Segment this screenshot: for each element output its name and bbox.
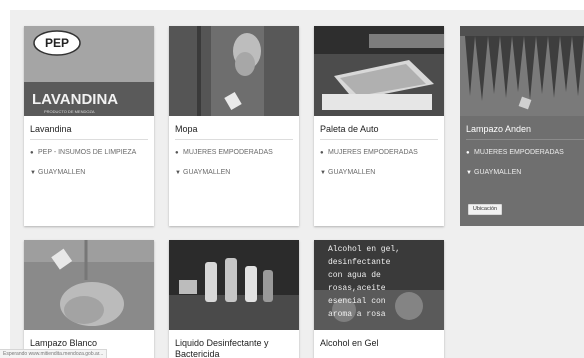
product-image: PEP LAVANDINA PRODUCTO DE MENDOZA bbox=[24, 26, 154, 116]
product-image: Alcohol en gel, desinfectante con agua d… bbox=[314, 240, 444, 330]
location-line: ▼ GUAYMALLEN bbox=[466, 168, 584, 178]
ad-text-line: aroma a rosa bbox=[328, 310, 386, 319]
product-title[interactable]: Lampazo Anden bbox=[466, 124, 584, 135]
product-card[interactable]: Lampazo Blanco bbox=[24, 240, 154, 358]
product-card[interactable]: Paleta de Auto ● MUJERES EMPODERADAS ▼ GUA… bbox=[314, 26, 444, 226]
divider bbox=[320, 139, 438, 140]
ad-text-line: esencial con bbox=[328, 297, 386, 306]
location-pin-icon: ▼ bbox=[175, 170, 181, 176]
location-pin-icon: ▼ bbox=[466, 170, 472, 176]
product-card[interactable]: Mopa ● MUJERES EMPODERADAS ▼ GUAYMALLEN bbox=[169, 26, 299, 226]
user-icon: ● bbox=[175, 150, 179, 156]
product-image bbox=[460, 26, 584, 116]
location-name: GUAYMALLEN bbox=[183, 169, 231, 176]
browser-status-bar: Esperando www.mitiendita.mendoza.gob.ar.… bbox=[0, 349, 108, 358]
label-small-text: PRODUCTO DE MENDOZA bbox=[44, 109, 95, 114]
product-title[interactable]: Lavandina bbox=[30, 124, 148, 135]
product-card[interactable]: PEP LAVANDINA PRODUCTO DE MENDOZA Lavand… bbox=[24, 26, 154, 226]
ad-text-line: desinfectante bbox=[328, 258, 391, 267]
divider bbox=[466, 139, 584, 140]
product-image bbox=[169, 240, 299, 330]
divider bbox=[30, 139, 148, 140]
product-grid: PEP LAVANDINA PRODUCTO DE MENDOZA Lavand… bbox=[10, 10, 584, 358]
product-title[interactable]: Paleta de Auto bbox=[320, 124, 438, 135]
ad-text-line: con agua de bbox=[328, 271, 381, 280]
label-big-text: LAVANDINA bbox=[32, 91, 118, 108]
divider bbox=[175, 139, 293, 140]
user-icon: ● bbox=[320, 150, 324, 156]
location-line: ▼ GUAYMALLEN bbox=[175, 168, 293, 178]
seller-line: ● MUJERES EMPODERADAS bbox=[466, 148, 584, 158]
ad-text-line: Alcohol en gel, bbox=[328, 245, 400, 254]
seller-name: PEP - INSUMOS DE LIMPIEZA bbox=[38, 149, 137, 156]
location-button[interactable]: Ubicación bbox=[468, 204, 502, 215]
ad-text-line: rosas,aceite bbox=[328, 284, 386, 293]
location-pin-icon: ▼ bbox=[320, 170, 326, 176]
product-image bbox=[314, 26, 444, 116]
seller-name: MUJERES EMPODERADAS bbox=[183, 149, 273, 156]
seller-line: ● MUJERES EMPODERADAS bbox=[175, 148, 293, 158]
product-card[interactable]: Liquido Desinfectante y Bactericida bbox=[169, 240, 299, 358]
product-image bbox=[169, 26, 299, 116]
location-name: GUAYMALLEN bbox=[474, 169, 522, 176]
product-title[interactable]: Lampazo Blanco bbox=[30, 338, 148, 349]
location-name: GUAYMALLEN bbox=[38, 169, 86, 176]
seller-name: MUJERES EMPODERADAS bbox=[474, 149, 564, 156]
seller-line: ● PEP - INSUMOS DE LIMPIEZA bbox=[30, 148, 148, 158]
location-pin-icon: ▼ bbox=[30, 170, 36, 176]
user-icon: ● bbox=[30, 150, 34, 156]
location-name: GUAYMALLEN bbox=[328, 169, 376, 176]
location-line: ▼ GUAYMALLEN bbox=[30, 168, 148, 178]
user-icon: ● bbox=[466, 150, 470, 156]
product-card[interactable]: Alcohol en gel, desinfectante con agua d… bbox=[314, 240, 444, 358]
product-title[interactable]: Mopa bbox=[175, 124, 293, 135]
product-image bbox=[24, 240, 154, 330]
product-title[interactable]: Alcohol en Gel bbox=[320, 338, 438, 349]
product-card-hovered[interactable]: Lampazo Anden ● MUJERES EMPODERADAS ▼ GUAY… bbox=[460, 26, 584, 226]
seller-name: MUJERES EMPODERADAS bbox=[328, 149, 418, 156]
seller-line: ● MUJERES EMPODERADAS bbox=[320, 148, 438, 158]
location-line: ▼ GUAYMALLEN bbox=[320, 168, 438, 178]
product-title[interactable]: Liquido Desinfectante y Bactericida bbox=[175, 338, 293, 358]
pep-logo-text: PEP bbox=[45, 36, 69, 50]
